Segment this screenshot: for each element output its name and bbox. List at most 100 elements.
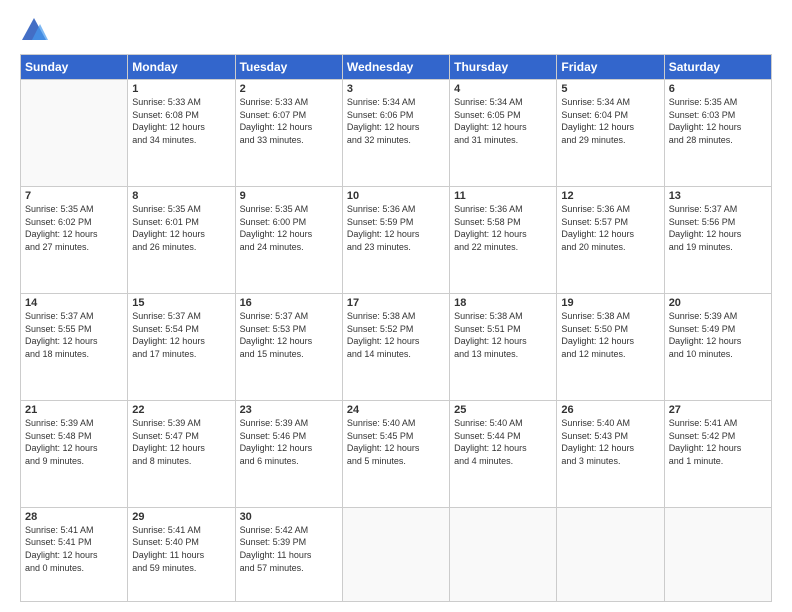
day-info: Sunrise: 5:33 AMSunset: 6:08 PMDaylight:… [132,96,230,146]
calendar-cell: 16Sunrise: 5:37 AMSunset: 5:53 PMDayligh… [235,293,342,400]
day-info: Sunrise: 5:39 AMSunset: 5:46 PMDaylight:… [240,417,338,467]
day-number: 25 [454,404,552,416]
calendar-cell: 14Sunrise: 5:37 AMSunset: 5:55 PMDayligh… [21,293,128,400]
page: SundayMondayTuesdayWednesdayThursdayFrid… [0,0,792,612]
calendar-cell: 13Sunrise: 5:37 AMSunset: 5:56 PMDayligh… [664,186,771,293]
week-row-4: 28Sunrise: 5:41 AMSunset: 5:41 PMDayligh… [21,507,772,601]
day-info: Sunrise: 5:34 AMSunset: 6:06 PMDaylight:… [347,96,445,146]
weekday-header-friday: Friday [557,55,664,80]
logo [20,16,52,44]
calendar-cell: 17Sunrise: 5:38 AMSunset: 5:52 PMDayligh… [342,293,449,400]
day-info: Sunrise: 5:34 AMSunset: 6:04 PMDaylight:… [561,96,659,146]
calendar-cell: 23Sunrise: 5:39 AMSunset: 5:46 PMDayligh… [235,400,342,507]
week-row-3: 21Sunrise: 5:39 AMSunset: 5:48 PMDayligh… [21,400,772,507]
day-info: Sunrise: 5:38 AMSunset: 5:52 PMDaylight:… [347,310,445,360]
day-info: Sunrise: 5:39 AMSunset: 5:47 PMDaylight:… [132,417,230,467]
day-info: Sunrise: 5:35 AMSunset: 6:03 PMDaylight:… [669,96,767,146]
day-number: 7 [25,190,123,202]
day-number: 9 [240,190,338,202]
day-info: Sunrise: 5:39 AMSunset: 5:49 PMDaylight:… [669,310,767,360]
calendar-cell: 1Sunrise: 5:33 AMSunset: 6:08 PMDaylight… [128,80,235,187]
day-info: Sunrise: 5:37 AMSunset: 5:54 PMDaylight:… [132,310,230,360]
calendar-cell: 20Sunrise: 5:39 AMSunset: 5:49 PMDayligh… [664,293,771,400]
day-info: Sunrise: 5:40 AMSunset: 5:43 PMDaylight:… [561,417,659,467]
calendar-cell: 11Sunrise: 5:36 AMSunset: 5:58 PMDayligh… [450,186,557,293]
day-number: 17 [347,297,445,309]
day-number: 10 [347,190,445,202]
day-info: Sunrise: 5:35 AMSunset: 6:00 PMDaylight:… [240,203,338,253]
day-number: 19 [561,297,659,309]
calendar-cell: 26Sunrise: 5:40 AMSunset: 5:43 PMDayligh… [557,400,664,507]
day-number: 24 [347,404,445,416]
weekday-header-sunday: Sunday [21,55,128,80]
weekday-header-thursday: Thursday [450,55,557,80]
day-number: 1 [132,83,230,95]
day-info: Sunrise: 5:36 AMSunset: 5:57 PMDaylight:… [561,203,659,253]
calendar-cell: 2Sunrise: 5:33 AMSunset: 6:07 PMDaylight… [235,80,342,187]
calendar-cell: 27Sunrise: 5:41 AMSunset: 5:42 PMDayligh… [664,400,771,507]
weekday-header-saturday: Saturday [664,55,771,80]
calendar-cell: 25Sunrise: 5:40 AMSunset: 5:44 PMDayligh… [450,400,557,507]
day-number: 4 [454,83,552,95]
day-number: 16 [240,297,338,309]
day-info: Sunrise: 5:41 AMSunset: 5:42 PMDaylight:… [669,417,767,467]
day-number: 13 [669,190,767,202]
day-number: 3 [347,83,445,95]
day-info: Sunrise: 5:36 AMSunset: 5:58 PMDaylight:… [454,203,552,253]
calendar-cell: 15Sunrise: 5:37 AMSunset: 5:54 PMDayligh… [128,293,235,400]
day-number: 30 [240,511,338,523]
day-info: Sunrise: 5:39 AMSunset: 5:48 PMDaylight:… [25,417,123,467]
calendar-cell: 6Sunrise: 5:35 AMSunset: 6:03 PMDaylight… [664,80,771,187]
calendar-table: SundayMondayTuesdayWednesdayThursdayFrid… [20,54,772,602]
day-number: 20 [669,297,767,309]
day-info: Sunrise: 5:41 AMSunset: 5:40 PMDaylight:… [132,524,230,574]
day-info: Sunrise: 5:42 AMSunset: 5:39 PMDaylight:… [240,524,338,574]
day-info: Sunrise: 5:41 AMSunset: 5:41 PMDaylight:… [25,524,123,574]
calendar-cell: 5Sunrise: 5:34 AMSunset: 6:04 PMDaylight… [557,80,664,187]
day-number: 11 [454,190,552,202]
day-number: 28 [25,511,123,523]
day-info: Sunrise: 5:37 AMSunset: 5:55 PMDaylight:… [25,310,123,360]
calendar-cell: 4Sunrise: 5:34 AMSunset: 6:05 PMDaylight… [450,80,557,187]
day-info: Sunrise: 5:36 AMSunset: 5:59 PMDaylight:… [347,203,445,253]
day-number: 2 [240,83,338,95]
weekday-header-tuesday: Tuesday [235,55,342,80]
day-info: Sunrise: 5:37 AMSunset: 5:56 PMDaylight:… [669,203,767,253]
day-info: Sunrise: 5:40 AMSunset: 5:44 PMDaylight:… [454,417,552,467]
day-info: Sunrise: 5:37 AMSunset: 5:53 PMDaylight:… [240,310,338,360]
day-info: Sunrise: 5:38 AMSunset: 5:51 PMDaylight:… [454,310,552,360]
day-number: 6 [669,83,767,95]
calendar-cell: 12Sunrise: 5:36 AMSunset: 5:57 PMDayligh… [557,186,664,293]
calendar-cell: 9Sunrise: 5:35 AMSunset: 6:00 PMDaylight… [235,186,342,293]
day-number: 12 [561,190,659,202]
week-row-0: 1Sunrise: 5:33 AMSunset: 6:08 PMDaylight… [21,80,772,187]
day-number: 26 [561,404,659,416]
calendar-cell [557,507,664,601]
calendar-cell: 30Sunrise: 5:42 AMSunset: 5:39 PMDayligh… [235,507,342,601]
calendar-cell [21,80,128,187]
day-info: Sunrise: 5:40 AMSunset: 5:45 PMDaylight:… [347,417,445,467]
calendar-cell [450,507,557,601]
weekday-header-monday: Monday [128,55,235,80]
day-number: 27 [669,404,767,416]
calendar-cell: 28Sunrise: 5:41 AMSunset: 5:41 PMDayligh… [21,507,128,601]
logo-icon [20,16,48,44]
calendar-cell: 19Sunrise: 5:38 AMSunset: 5:50 PMDayligh… [557,293,664,400]
day-info: Sunrise: 5:35 AMSunset: 6:01 PMDaylight:… [132,203,230,253]
weekday-header-wednesday: Wednesday [342,55,449,80]
day-number: 21 [25,404,123,416]
header [20,16,772,44]
day-number: 14 [25,297,123,309]
calendar-cell: 22Sunrise: 5:39 AMSunset: 5:47 PMDayligh… [128,400,235,507]
calendar-cell: 3Sunrise: 5:34 AMSunset: 6:06 PMDaylight… [342,80,449,187]
day-number: 29 [132,511,230,523]
calendar-cell: 7Sunrise: 5:35 AMSunset: 6:02 PMDaylight… [21,186,128,293]
day-number: 5 [561,83,659,95]
calendar-cell: 8Sunrise: 5:35 AMSunset: 6:01 PMDaylight… [128,186,235,293]
calendar-cell: 18Sunrise: 5:38 AMSunset: 5:51 PMDayligh… [450,293,557,400]
week-row-2: 14Sunrise: 5:37 AMSunset: 5:55 PMDayligh… [21,293,772,400]
day-info: Sunrise: 5:35 AMSunset: 6:02 PMDaylight:… [25,203,123,253]
calendar-cell [342,507,449,601]
calendar-cell: 10Sunrise: 5:36 AMSunset: 5:59 PMDayligh… [342,186,449,293]
calendar-cell: 29Sunrise: 5:41 AMSunset: 5:40 PMDayligh… [128,507,235,601]
